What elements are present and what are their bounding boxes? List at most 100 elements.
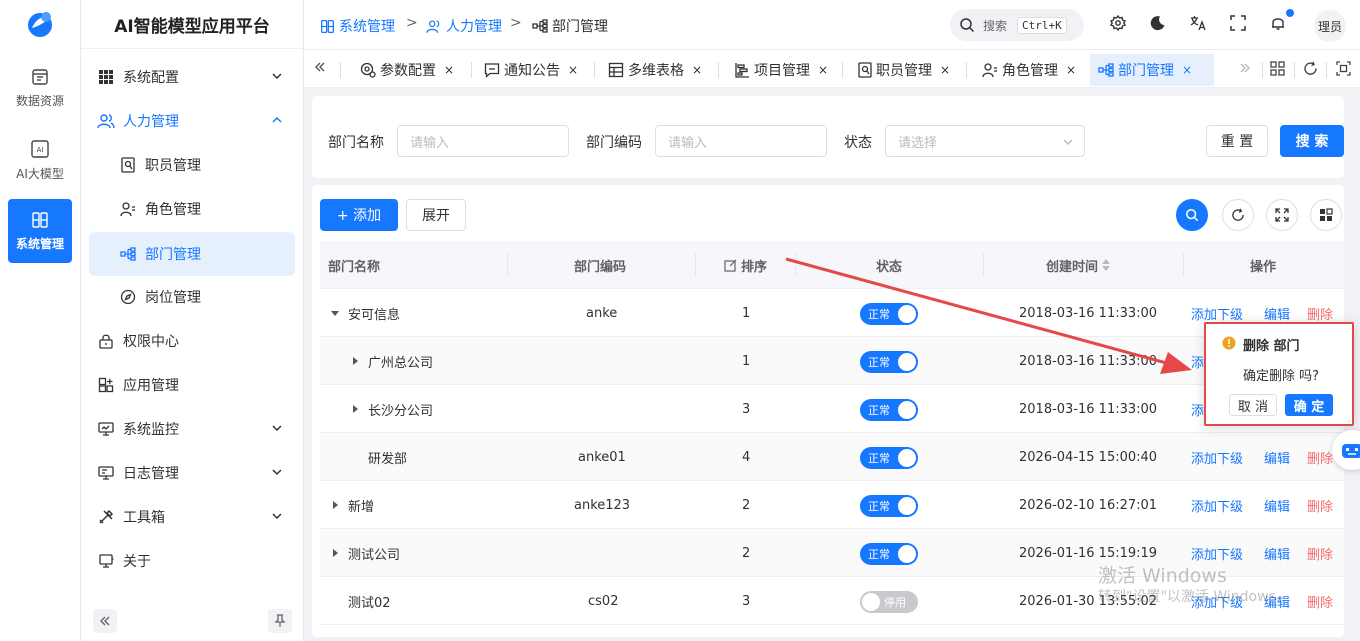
breadcrumb-system[interactable]: 系统管理: [320, 16, 395, 36]
tab-notices[interactable]: 通知公告 ×: [476, 54, 586, 86]
menu-item-logs[interactable]: 日志管理: [89, 452, 295, 494]
table-row[interactable]: 安可信息 anke 1 正常 2018-03-16 11:33:00 添加下级 …: [320, 289, 1344, 337]
delete-link[interactable]: 删除: [1307, 433, 1333, 481]
close-icon[interactable]: ×: [568, 63, 578, 77]
dark-mode-icon[interactable]: [1150, 15, 1166, 31]
sort-cell: 2: [742, 497, 751, 513]
search-button[interactable]: 搜 索: [1280, 125, 1344, 157]
close-icon[interactable]: ×: [1182, 63, 1192, 77]
column-header-created[interactable]: 创建时间: [1046, 241, 1111, 289]
tab-roles[interactable]: 角色管理 ×: [974, 54, 1084, 86]
menu-item-departments[interactable]: 部门管理: [89, 232, 295, 276]
tabs-scroll-left-icon[interactable]: [314, 61, 326, 73]
delete-link[interactable]: 删除: [1307, 529, 1333, 577]
tabs-scroll-right-icon[interactable]: [1239, 62, 1251, 74]
expand-row-icon[interactable]: [330, 481, 340, 529]
translate-icon[interactable]: [1190, 15, 1207, 31]
reload-tab-icon[interactable]: [1303, 61, 1318, 76]
rail-item-system[interactable]: 系统管理: [8, 199, 72, 263]
column-header-label: 排序: [741, 259, 768, 275]
avatar[interactable]: 理员: [1314, 10, 1346, 42]
menu-item-monitor[interactable]: 系统监控: [89, 408, 295, 450]
collapse-row-icon[interactable]: [330, 289, 340, 337]
close-icon[interactable]: ×: [692, 63, 702, 77]
global-search[interactable]: 搜索 Ctrl+K: [950, 9, 1084, 41]
expand-button[interactable]: 展开: [406, 199, 466, 231]
expand-row-icon[interactable]: [330, 529, 340, 577]
expand-row-icon[interactable]: [350, 337, 360, 385]
tab-menu-icon[interactable]: [1270, 61, 1285, 76]
add-child-link[interactable]: 添: [1191, 337, 1204, 385]
tab-projects[interactable]: 项目管理 ×: [726, 54, 836, 86]
rail-item-ai-model[interactable]: AI AI大模型: [8, 128, 72, 192]
table-row[interactable]: 新增 anke123 2 正常 2026-02-10 16:27:01 添加下级…: [320, 481, 1344, 529]
cancel-button[interactable]: 取 消: [1229, 394, 1277, 416]
dept-name-cell: 测试公司: [348, 547, 401, 563]
tab-departments[interactable]: 部门管理 ×: [1090, 54, 1214, 86]
org-chart-icon: [532, 19, 548, 33]
tab-multi-table[interactable]: 多维表格 ×: [600, 54, 710, 86]
menu-item-about[interactable]: 关于: [89, 540, 295, 582]
menu-item-toolbox[interactable]: 工具箱: [89, 496, 295, 538]
rail-item-label: 系统管理: [15, 236, 64, 251]
menu-item-roles[interactable]: 角色管理: [89, 188, 295, 230]
edit-link[interactable]: 编辑: [1264, 481, 1290, 529]
tab-staff[interactable]: 职员管理 ×: [850, 54, 958, 86]
sort-cell: 3: [742, 401, 751, 417]
maximize-tab-icon[interactable]: [1336, 61, 1351, 76]
breadcrumb-hr[interactable]: 人力管理: [426, 16, 502, 36]
expand-row-icon[interactable]: [350, 385, 360, 433]
search-toggle-button[interactable]: [1176, 199, 1208, 231]
column-header-sort[interactable]: 排序: [724, 241, 767, 289]
table-row[interactable]: 长沙分公司 3 正常 2018-03-16 11:33:00 添: [320, 385, 1344, 433]
table-fullscreen-button[interactable]: [1266, 199, 1298, 231]
confirm-button[interactable]: 确 定: [1285, 394, 1333, 416]
status-switch[interactable]: 正常: [860, 447, 918, 469]
close-icon[interactable]: ×: [940, 63, 950, 77]
menu-item-staff[interactable]: 职员管理: [89, 144, 295, 186]
pin-icon[interactable]: [268, 609, 292, 633]
add-child-link[interactable]: 添加下级: [1191, 433, 1243, 481]
settings-icon[interactable]: [1110, 15, 1126, 31]
table-row[interactable]: 研发部 anke01 4 正常 2026-04-15 15:00:40 添加下级…: [320, 433, 1344, 481]
status-switch[interactable]: 正常: [860, 351, 918, 373]
id-card-icon: [119, 157, 137, 173]
menu-item-permissions[interactable]: 权限中心: [89, 320, 295, 362]
column-settings-button[interactable]: [1310, 199, 1342, 231]
menu-item-positions[interactable]: 岗位管理: [89, 276, 295, 318]
bell-icon[interactable]: [1270, 15, 1286, 31]
dept-code-input[interactable]: 请输入: [655, 125, 827, 157]
tab-label: 部门管理: [1118, 63, 1174, 79]
add-child-link[interactable]: 添加下级: [1191, 481, 1243, 529]
menu-item-hr[interactable]: 人力管理: [89, 100, 295, 142]
edit-link[interactable]: 编辑: [1264, 529, 1290, 577]
status-select[interactable]: 请选择: [885, 125, 1085, 157]
delete-link[interactable]: 删除: [1307, 577, 1333, 625]
add-child-link[interactable]: 添: [1191, 385, 1204, 433]
fullscreen-icon[interactable]: [1230, 15, 1246, 31]
status-switch[interactable]: 停用: [860, 591, 918, 613]
menu-item-system-config[interactable]: 系统配置: [89, 56, 295, 98]
status-switch[interactable]: 正常: [860, 303, 918, 325]
tab-params[interactable]: 参数配置 ×: [352, 54, 462, 86]
status-switch[interactable]: 正常: [860, 543, 918, 565]
table-row[interactable]: 广州总公司 1 正常 2018-03-16 11:33:00 添: [320, 337, 1344, 385]
rail-item-label: 数据资源: [15, 93, 64, 108]
delete-link[interactable]: 删除: [1307, 481, 1333, 529]
rail-item-data-resources[interactable]: 数据资源: [8, 56, 72, 120]
close-icon[interactable]: ×: [1066, 63, 1076, 77]
edit-link[interactable]: 编辑: [1264, 433, 1290, 481]
menu-item-apps[interactable]: 应用管理: [89, 364, 295, 406]
status-switch[interactable]: 正常: [860, 495, 918, 517]
close-icon[interactable]: ×: [818, 63, 828, 77]
system-icon: [320, 19, 335, 34]
close-icon[interactable]: ×: [444, 63, 454, 77]
dept-name-input[interactable]: 请输入: [397, 125, 569, 157]
chevron-down-icon: [271, 510, 283, 522]
breadcrumb-label: 系统管理: [339, 19, 395, 35]
status-switch[interactable]: 正常: [860, 399, 918, 421]
reset-button[interactable]: 重 置: [1206, 125, 1268, 157]
refresh-button[interactable]: [1222, 199, 1254, 231]
collapse-menu-icon[interactable]: [93, 609, 117, 633]
add-button[interactable]: + 添加: [320, 199, 398, 231]
